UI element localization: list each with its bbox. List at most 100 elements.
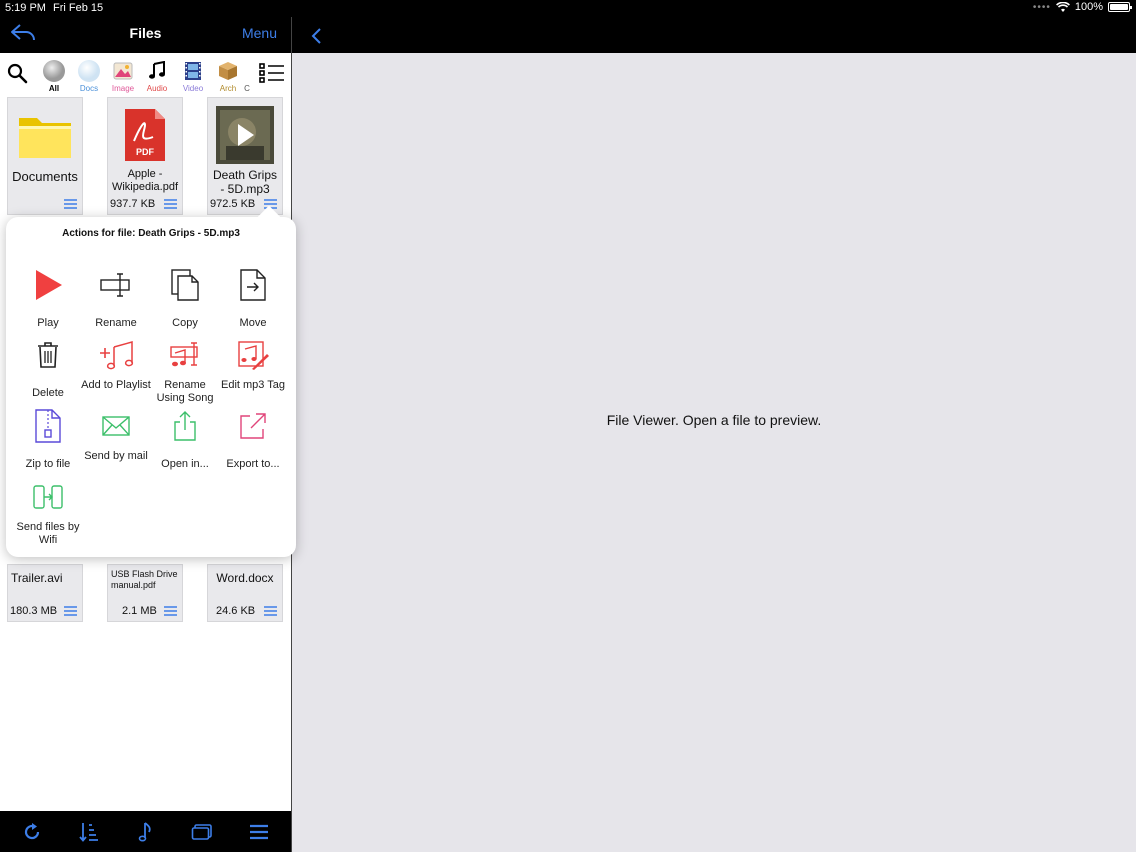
file-viewer-pane: File Viewer. Open a file to preview. <box>292 17 1136 852</box>
filter-other[interactable]: C <box>240 59 254 95</box>
file-menu-icon[interactable] <box>163 605 178 617</box>
action-label: Send files by Wifi <box>16 521 80 546</box>
battery-percent: 100% <box>1074 1 1103 13</box>
file-tile-selected[interactable]: Death Grips - 5D.mp3 972.5 KB <box>207 97 283 215</box>
wifi-transfer-icon <box>33 485 63 509</box>
action-label: Open in... <box>161 458 209 470</box>
album-art-thumbnail <box>216 106 274 164</box>
action-move[interactable]: Move <box>218 265 288 330</box>
action-add-playlist[interactable]: Add to Playlist <box>81 335 151 392</box>
file-tile[interactable]: USB Flash Drive manual.pdf 2.1 MB <box>107 564 183 622</box>
windows-button[interactable] <box>188 818 216 846</box>
refresh-button[interactable] <box>18 818 46 846</box>
action-label: Play <box>37 317 59 329</box>
wifi-icon <box>1055 1 1070 12</box>
mail-icon <box>102 416 130 436</box>
filter-all[interactable]: All <box>37 59 71 95</box>
file-tile[interactable]: Word.docx 24.6 KB <box>207 564 283 622</box>
trash-icon <box>38 342 58 368</box>
viewer-nav-bar <box>292 17 1136 53</box>
action-open-in[interactable]: Open in... <box>150 406 220 471</box>
file-name: Trailer.avi <box>11 571 63 585</box>
file-menu-icon[interactable] <box>263 605 278 617</box>
filter-docs[interactable]: Docs <box>72 59 106 95</box>
refresh-icon <box>25 822 40 839</box>
action-export[interactable]: Export to... <box>218 406 288 471</box>
file-size: 972.5 KB <box>210 198 256 210</box>
file-size: 180.3 MB <box>10 605 58 617</box>
files-nav-bar: Files Menu <box>0 17 291 53</box>
filter-audio[interactable]: Audio <box>140 59 174 95</box>
app-root: 5:19 PM Fri Feb 15 •••• 100% Files Menu <box>0 0 1136 852</box>
action-mail[interactable]: Send by mail <box>81 406 151 463</box>
action-label: Add to Playlist <box>81 379 151 391</box>
action-wifi-transfer[interactable]: Send files by Wifi <box>13 477 83 547</box>
pdf-icon: PDF <box>116 106 174 164</box>
play-icon <box>36 270 62 300</box>
status-date: Fri Feb 15 <box>53 2 104 14</box>
filter-bar: All Docs Image Audio Video Arch C <box>0 53 291 95</box>
action-delete[interactable]: Delete <box>13 335 83 400</box>
sort-icon <box>79 822 98 842</box>
file-tile[interactable]: Trailer.avi 180.3 MB <box>7 564 83 622</box>
sort-button[interactable] <box>75 818 103 846</box>
file-tile[interactable]: Documents <box>7 97 83 215</box>
filter-label: Docs <box>79 84 99 93</box>
filter-image[interactable]: Image <box>106 59 140 95</box>
move-icon <box>240 269 266 301</box>
action-rename[interactable]: Rename <box>81 265 151 330</box>
list-view-icon[interactable] <box>259 62 285 84</box>
more-button[interactable] <box>245 818 273 846</box>
file-name: USB Flash Drive manual.pdf <box>111 569 178 590</box>
zip-icon <box>35 409 61 443</box>
action-edit-tag[interactable]: Edit mp3 Tag <box>218 335 288 392</box>
file-menu-icon[interactable] <box>63 198 78 210</box>
action-copy[interactable]: Copy <box>150 265 220 330</box>
image-filter-icon <box>111 59 135 83</box>
menu-button[interactable]: Menu <box>242 25 277 41</box>
svg-text:PDF: PDF <box>136 147 155 157</box>
file-menu-icon[interactable] <box>63 605 78 617</box>
multitask-dots-icon: •••• <box>1032 1 1051 13</box>
filter-label: All <box>48 84 60 93</box>
viewer-placeholder: File Viewer. Open a file to preview. <box>606 412 822 428</box>
film-icon <box>181 59 205 83</box>
file-name: Documents <box>12 169 78 184</box>
status-right: •••• 100% <box>1032 1 1132 13</box>
filter-label: Image <box>111 84 135 93</box>
music-note-icon <box>139 821 152 842</box>
file-actions-popover: Actions for file: Death Grips - 5D.mp3 P… <box>6 205 296 557</box>
file-size: 937.7 KB <box>110 198 156 210</box>
battery-icon <box>1108 2 1132 12</box>
action-label: Send by mail <box>84 450 148 462</box>
bottom-toolbar <box>0 811 291 852</box>
other-filter-icon <box>240 59 254 83</box>
docs-filter-icon <box>77 59 101 83</box>
chevron-left-icon[interactable] <box>310 26 324 46</box>
music-note-icon <box>145 59 169 83</box>
rename-song-icon <box>170 342 198 367</box>
action-zip[interactable]: Zip to file <box>13 406 83 471</box>
all-filter-icon <box>42 59 66 83</box>
add-playlist-icon <box>100 341 134 370</box>
folder-icon <box>16 106 74 164</box>
action-play[interactable]: Play <box>13 265 83 330</box>
file-menu-icon[interactable] <box>163 198 178 210</box>
file-name: Word.docx <box>216 571 274 585</box>
action-label: Edit mp3 Tag <box>220 379 285 391</box>
action-label: Zip to file <box>25 458 71 470</box>
file-size: 2.1 MB <box>122 605 157 617</box>
filter-video[interactable]: Video <box>176 59 210 95</box>
action-label: Delete <box>32 387 64 399</box>
file-size: 24.6 KB <box>216 605 256 617</box>
music-player-button[interactable] <box>131 818 159 846</box>
filter-label: Video <box>182 84 204 93</box>
action-rename-song[interactable]: Rename Using Song <box>150 335 220 405</box>
action-label: Rename <box>95 317 137 329</box>
share-icon <box>174 411 196 441</box>
file-tile[interactable]: PDF Apple - Wikipedia.pdf 937.7 KB <box>107 97 183 215</box>
action-label: Move <box>239 317 267 329</box>
search-icon[interactable] <box>6 62 28 84</box>
action-label: Copy <box>172 317 198 329</box>
windows-icon <box>191 823 212 840</box>
